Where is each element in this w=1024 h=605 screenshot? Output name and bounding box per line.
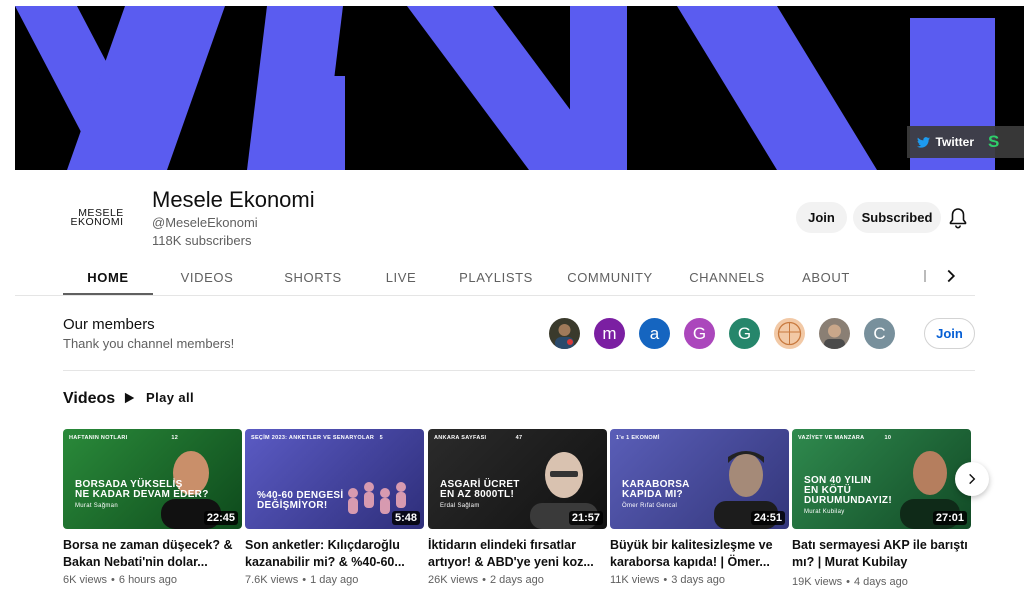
video-card[interactable]: SEÇİM 2023: ANKETLER VE SENARYOLAR 5 %40… <box>245 429 424 586</box>
members-subtitle: Thank you channel members! <box>63 336 235 351</box>
carousel-next-button[interactable] <box>955 462 989 496</box>
video-thumbnail[interactable]: ANKARA SAYFASI 47 ASGARİ ÜCRET EN AZ 8000… <box>428 429 607 529</box>
twitter-bird-icon <box>916 136 930 148</box>
video-duration: 21:57 <box>568 511 603 525</box>
banner-links: Twitter S <box>906 126 1024 158</box>
play-all-label: Play all <box>146 390 195 405</box>
thumbnail-headline: BORSADA YÜKSELİŞ NE KADAR DEVAM EDER? Mura… <box>75 479 209 510</box>
chevron-right-icon <box>969 473 976 485</box>
subscriber-count: 118K subscribers <box>152 233 252 248</box>
tab-playlists[interactable]: PLAYLISTS <box>447 258 545 296</box>
member-avatars: m a G G C <box>549 318 895 349</box>
video-duration: 22:45 <box>203 511 238 525</box>
member-avatar-letter: m <box>602 323 617 343</box>
play-icon <box>124 392 135 403</box>
tabs-divider <box>15 295 975 296</box>
tab-search-partial[interactable] <box>924 270 928 282</box>
tab-home[interactable]: HOME <box>63 258 153 296</box>
video-meta: 19K views • 4 days ago <box>792 576 908 588</box>
channel-avatar[interactable]: MESELE EKONOMI <box>64 188 130 248</box>
member-avatar[interactable]: m <box>594 318 625 349</box>
video-title[interactable]: Büyük bir kalitesizleşme ve karaborsa ka… <box>610 537 789 571</box>
member-avatar[interactable]: G <box>684 318 715 349</box>
tab-videos[interactable]: VIDEOS <box>153 258 261 296</box>
channel-logo-line2: EKONOMI <box>70 216 124 228</box>
tab-community[interactable]: COMMUNITY <box>555 258 665 296</box>
video-card[interactable]: VAZİYET VE MANZARA 10 SON 40 YILIN EN KÖ… <box>792 429 971 588</box>
member-avatar-letter: G <box>692 323 707 343</box>
video-meta: 11K views • 3 days ago <box>610 574 726 586</box>
member-avatar-letter: a <box>649 323 660 343</box>
members-title: Our members <box>63 316 155 333</box>
chevron-right-icon[interactable] <box>940 265 962 287</box>
video-meta: 26K views • 2 days ago <box>428 574 544 586</box>
thumbnail-headline: ASGARİ ÜCRET EN AZ 8000TL! Erdal Sağlam <box>440 479 520 510</box>
video-card[interactable]: ANKARA SAYFASI 47 ASGARİ ÜCRET EN AZ 8000… <box>428 429 607 586</box>
thumbnail-series-tag: ANKARA SAYFASI 47 <box>434 435 523 441</box>
channel-name: Mesele Ekonomi <box>152 187 315 212</box>
video-card[interactable]: 1'e 1 EKONOMİ KARABORSA KAPIDA MI? Ömer Rı… <box>610 429 789 586</box>
member-avatar-letter: G <box>737 323 752 343</box>
member-avatar[interactable] <box>549 318 580 349</box>
video-thumbnail[interactable]: VAZİYET VE MANZARA 10 SON 40 YILIN EN KÖ… <box>792 429 971 529</box>
thumbnail-headline: SON 40 YILIN EN KÖTÜ DURUMUNDAYIZ! Murat K… <box>804 475 892 516</box>
tab-channels[interactable]: CHANNELS <box>675 258 779 296</box>
thumbnail-headline: %40-60 DENGESİ DEĞİŞMİYOR! <box>257 490 344 511</box>
channel-handle: @MeseleEkonomi <box>152 215 258 230</box>
video-duration: 24:51 <box>750 511 785 525</box>
bell-icon[interactable] <box>946 206 970 230</box>
banner-artwork <box>15 6 995 170</box>
tab-live[interactable]: LIVE <box>367 258 435 296</box>
video-title[interactable]: Son anketler: Kılıçdaroğlu kazanabilir m… <box>245 537 424 571</box>
member-avatar[interactable]: C <box>864 318 895 349</box>
video-thumbnail[interactable]: SEÇİM 2023: ANKETLER VE SENARYOLAR 5 %40… <box>245 429 424 529</box>
members-divider <box>63 370 975 371</box>
substack-link[interactable]: S <box>984 126 1024 158</box>
members-join-button[interactable]: Join <box>924 318 975 349</box>
video-title[interactable]: Batı sermayesi AKP ile barıştı mı? | Mur… <box>792 537 971 571</box>
play-all-button[interactable]: Play all <box>122 390 194 405</box>
video-duration: 27:01 <box>932 511 967 525</box>
subscribed-button[interactable]: Subscribed <box>853 202 941 233</box>
video-duration: 5:48 <box>391 511 420 525</box>
video-title[interactable]: İktidarın elindeki fırsatlar artıyor! & … <box>428 537 607 571</box>
thumbnail-series-tag: 1'e 1 EKONOMİ <box>616 435 660 441</box>
member-avatar[interactable] <box>819 318 850 349</box>
video-card[interactable]: HAFTANIN NOTLARI 12 BORSADA YÜKSELİŞ NE K… <box>63 429 242 586</box>
channel-tabs: HOME VIDEOS SHORTS LIVE PLAYLISTS COMMUN… <box>63 258 862 296</box>
video-meta: 7.6K views • 1 day ago <box>245 574 359 586</box>
twitter-link[interactable]: Twitter <box>906 126 984 158</box>
tab-shorts[interactable]: SHORTS <box>269 258 357 296</box>
member-avatar[interactable]: G <box>729 318 760 349</box>
video-thumbnail[interactable]: 1'e 1 EKONOMİ KARABORSA KAPIDA MI? Ömer Rı… <box>610 429 789 529</box>
member-avatar[interactable] <box>774 318 805 349</box>
member-avatar-letter: C <box>873 323 886 343</box>
member-avatar[interactable]: a <box>639 318 670 349</box>
channel-banner: Twitter S <box>15 6 1024 170</box>
join-button[interactable]: Join <box>796 202 847 233</box>
thumbnail-headline: KARABORSA KAPIDA MI? Ömer Rıfat Gencal <box>622 479 690 510</box>
substack-icon: S <box>988 132 1000 151</box>
thumbnail-series-tag: VAZİYET VE MANZARA 10 <box>798 435 892 441</box>
tab-about[interactable]: ABOUT <box>790 258 862 296</box>
twitter-link-label: Twitter <box>935 135 974 149</box>
video-title[interactable]: Borsa ne zaman düşecek? & Bakan Nebati'n… <box>63 537 242 571</box>
video-meta: 6K views • 6 hours ago <box>63 574 177 586</box>
videos-section-title: Videos <box>63 390 116 407</box>
video-thumbnail[interactable]: HAFTANIN NOTLARI 12 BORSADA YÜKSELİŞ NE K… <box>63 429 242 529</box>
